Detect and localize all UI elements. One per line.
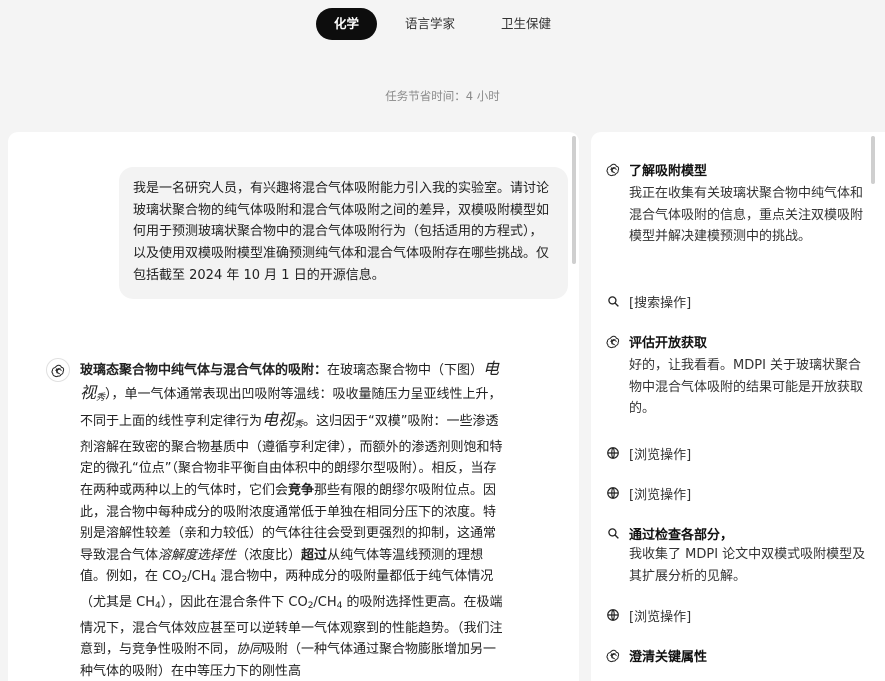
emphasis-cooperative: 协同 (236, 642, 263, 658)
step-action: [浏览操作] (629, 609, 692, 625)
tab-chemistry[interactable]: 化学 (315, 8, 377, 40)
openai-icon (605, 333, 621, 349)
search-icon (605, 293, 621, 309)
assistant-avatar (46, 358, 70, 382)
openai-icon (605, 647, 621, 663)
openai-icon (51, 364, 64, 377)
emphasis-exceeds: 超过 (301, 547, 328, 563)
activity-step: 通过检查各部分， 我收集了 MDPI 论文中双模式吸附模型及其扩展分析的见解。 (605, 523, 867, 587)
activity-step[interactable]: [浏览操作] (605, 483, 867, 503)
category-tabs: 化学 语言学家 卫生保健 (0, 8, 885, 40)
globe-icon (605, 445, 621, 461)
activity-step[interactable]: [浏览操作] (605, 605, 867, 625)
step-body: 我正在收集有关玻璃状聚合物中纯气体和混合气体吸附的信息，重点关注双模吸附模型并解… (629, 186, 864, 244)
step-title: 评估开放获取 (629, 335, 708, 351)
activity-step[interactable]: [搜索操作] (605, 291, 867, 311)
figure-ref-sub: 秀 (96, 392, 106, 403)
figure-ref[interactable]: 电视 (262, 410, 294, 429)
response-text: ），因此在混合条件下 CO (160, 594, 308, 610)
step-action: [搜索操作] (629, 295, 692, 311)
step-action: [浏览操作] (629, 447, 692, 463)
step-body: 好的，让我看看。MDPI 关于玻璃状聚合物中混合气体吸附的结果可能是开放获取的。 (629, 358, 864, 416)
figure-ref-sub: 秀 (294, 420, 304, 431)
user-message: 我是一名研究人员，有兴趣将混合气体吸附能力引入我的实验室。请讨论玻璃状聚合物的纯… (119, 167, 568, 299)
step-title: 通过检查各部分， (629, 527, 734, 543)
step-body: 我收集了 MDPI 论文中双模式吸附模型及其扩展分析的见解。 (629, 547, 866, 584)
activity-step: 了解吸附模型 我正在收集有关玻璃状聚合物中纯气体和混合气体吸附的信息，重点关注双… (605, 159, 867, 248)
emphasis-solubility-selectivity: 溶解度选择性 (158, 547, 237, 563)
activity-step: 评估开放获取 好的，让我看看。MDPI 关于玻璃状聚合物中混合气体吸附的结果可能… (605, 331, 867, 420)
response-text: /CH (313, 594, 337, 610)
chat-scrollbar[interactable] (572, 136, 576, 264)
openai-icon (605, 161, 621, 177)
time-saved-label: 任务节省时间：4 小时 (385, 89, 500, 103)
tab-linguist[interactable]: 语言学家 (387, 8, 473, 40)
globe-icon (605, 485, 621, 501)
response-text: 在玻璃态聚合物中（下图） (327, 363, 484, 378)
step-title: 了解吸附模型 (629, 163, 708, 179)
activity-step: 澄清关键属性 (605, 645, 867, 665)
response-text: /CH (187, 569, 211, 585)
activity-scrollbar[interactable] (871, 136, 875, 184)
response-heading: 玻璃态聚合物中纯气体与混合气体的吸附： (80, 363, 328, 378)
globe-icon (605, 607, 621, 623)
activity-step[interactable]: [浏览操作] (605, 443, 867, 463)
response-text: （浓度比） (236, 547, 302, 563)
search-icon (605, 525, 621, 541)
step-title: 澄清关键属性 (629, 649, 708, 665)
tab-healthcare[interactable]: 卫生保健 (483, 8, 569, 40)
step-action: [浏览操作] (629, 487, 692, 503)
emphasis-compete: 竞争 (288, 482, 315, 498)
activity-panel: 了解吸附模型 我正在收集有关玻璃状聚合物中纯气体和混合气体吸附的信息，重点关注双… (591, 132, 885, 681)
chat-panel: 我是一名研究人员，有兴趣将混合气体吸附能力引入我的实验室。请讨论玻璃状聚合物的纯… (8, 132, 579, 681)
assistant-response: 玻璃态聚合物中纯气体与混合气体的吸附：在玻璃态聚合物中（下图）电视秀），单一气体… (80, 358, 508, 681)
